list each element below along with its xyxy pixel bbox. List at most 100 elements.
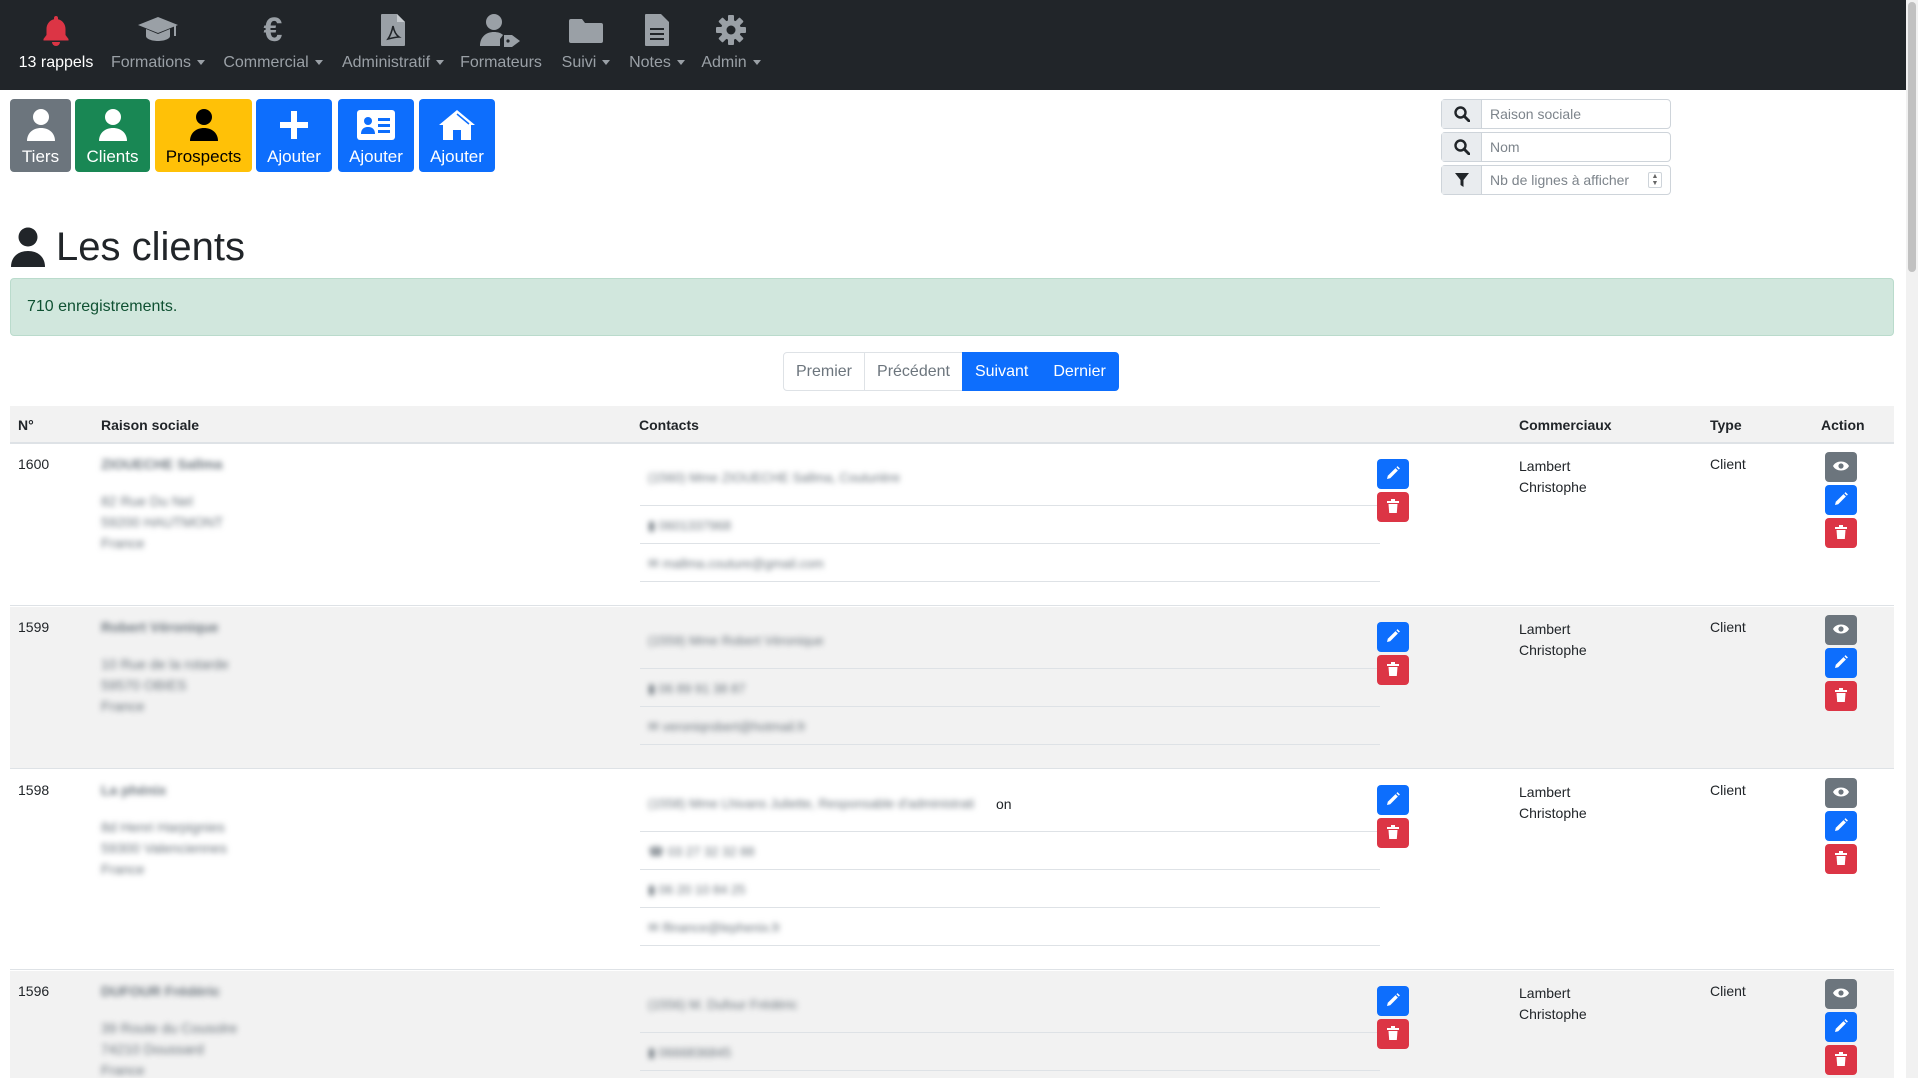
tiers-label: Tiers [21, 147, 60, 166]
records-count: 710 enregistrements. [27, 298, 178, 315]
add-label: Ajouter [267, 147, 321, 166]
row-number: 1600 [18, 456, 50, 472]
bell-icon [42, 12, 70, 48]
nav-suivi[interactable]: Suivi [554, 0, 618, 90]
sales-rep-lastname: Lambert [1519, 458, 1571, 474]
contact-landline: ☎ 03 27 32 32 88 [648, 844, 755, 859]
header-commerciaux: Commerciaux [1519, 417, 1612, 433]
pagination: Premier Précédent Suivant Dernier [783, 352, 1119, 391]
nav-notes-label: Notes [629, 54, 671, 71]
eye-icon [1833, 622, 1849, 638]
trash-icon [1835, 850, 1847, 868]
contact-name: (1558) Mme Lhivans Juliette, Responsable… [648, 796, 975, 811]
eye-icon [1833, 785, 1849, 801]
caret-down-icon [676, 60, 685, 66]
table-row: 1599 Robert Véronique 10 Rue de la rotar… [10, 607, 1894, 769]
folder-icon [569, 12, 603, 48]
contact-line: (1556) M. Dufour Frédéric [640, 981, 1380, 1033]
nav-administratif[interactable]: Administratif [338, 0, 448, 90]
prospects-button[interactable]: Prospects [155, 99, 252, 172]
caret-down-icon [314, 60, 323, 66]
id-card-icon [357, 105, 395, 145]
contact-mobile: ▮ 0601337968 [648, 518, 732, 533]
view-button[interactable] [1825, 778, 1857, 808]
view-button[interactable] [1825, 452, 1857, 482]
page-title: Les clients [10, 222, 245, 272]
delete-button[interactable] [1825, 1045, 1857, 1075]
contact-line: ✉ mallma.couture@gmail.com [640, 544, 1380, 582]
add-button[interactable]: Ajouter [256, 99, 332, 172]
view-button[interactable] [1825, 979, 1857, 1009]
raison-sociale-input[interactable] [1482, 100, 1662, 128]
edit-button[interactable] [1825, 648, 1857, 678]
user-icon [10, 227, 46, 267]
header-contacts: Contacts [639, 417, 699, 433]
add-contact-button[interactable]: Ajouter [338, 99, 414, 172]
nom-input[interactable] [1482, 133, 1662, 161]
nav-rappels[interactable]: 13 rappels [14, 0, 98, 90]
tiers-button[interactable]: Tiers [10, 99, 71, 172]
delete-contact-button[interactable] [1377, 655, 1409, 685]
caret-down-icon [436, 60, 445, 66]
scrollbar[interactable] [1906, 0, 1918, 1078]
contact-line: (1560) Mme ZIOUECHE Sallma, Couturière [640, 454, 1380, 506]
nav-rappels-label: 13 rappels [18, 54, 94, 71]
pencil-icon [1834, 817, 1848, 835]
page-last-button[interactable]: Dernier [1040, 352, 1119, 391]
pencil-icon [1834, 1018, 1848, 1036]
contact-email: ✉ veroniqrobert@hotmail.fr [648, 719, 806, 734]
pencil-icon [1386, 992, 1400, 1010]
caret-down-icon [602, 60, 611, 66]
scrollbar-thumb[interactable] [1908, 2, 1916, 272]
sales-rep-firstname: Christophe [1519, 479, 1587, 495]
edit-contact-button[interactable] [1377, 986, 1409, 1016]
sales-rep: Lambert Christophe [1519, 983, 1587, 1025]
nav-admin[interactable]: Admin [696, 0, 766, 90]
contact-line: (1558) Mme Lhivans Juliette, Responsable… [640, 780, 1380, 832]
nav-formateurs[interactable]: Formateurs [456, 0, 546, 90]
contact-name-overflow: on [996, 796, 1012, 812]
lignes-input[interactable] [1482, 166, 1662, 194]
delete-button[interactable] [1825, 844, 1857, 874]
header-type: Type [1710, 417, 1742, 433]
edit-button[interactable] [1825, 485, 1857, 515]
delete-button[interactable] [1825, 518, 1857, 548]
company-name: Robert Véronique [101, 619, 219, 635]
edit-contact-button[interactable] [1377, 785, 1409, 815]
contact-name: (1559) Mme Robert Véronique [648, 633, 824, 648]
edit-button[interactable] [1825, 811, 1857, 841]
delete-contact-button[interactable] [1377, 818, 1409, 848]
page-next-button[interactable]: Suivant [961, 352, 1042, 391]
page-first-button[interactable]: Premier [783, 352, 866, 391]
clients-button[interactable]: Clients [75, 99, 150, 172]
address-country: France [101, 861, 145, 877]
client-type: Client [1710, 619, 1746, 635]
contact-line: (1559) Mme Robert Véronique [640, 617, 1380, 669]
view-button[interactable] [1825, 615, 1857, 645]
trash-icon [1387, 824, 1399, 842]
delete-contact-button[interactable] [1377, 492, 1409, 522]
delete-button[interactable] [1825, 681, 1857, 711]
page-previous-button[interactable]: Précédent [864, 352, 963, 391]
edit-contact-button[interactable] [1377, 622, 1409, 652]
nav-formations-label: Formations [110, 54, 192, 71]
contact-name: (1560) Mme ZIOUECHE Sallma, Couturière [648, 470, 901, 485]
user-icon [189, 105, 219, 145]
delete-contact-button[interactable] [1377, 1019, 1409, 1049]
edit-button[interactable] [1825, 1012, 1857, 1042]
address-country: France [101, 1062, 145, 1078]
table-header: N° Raison sociale Contacts Commerciaux T… [10, 406, 1894, 444]
contact-line: ✉ veroniqrobert@hotmail.fr [640, 707, 1380, 745]
sales-rep-lastname: Lambert [1519, 621, 1571, 637]
nav-formations[interactable]: Formations [108, 0, 208, 90]
add-company-button[interactable]: Ajouter [419, 99, 495, 172]
edit-contact-button[interactable] [1377, 459, 1409, 489]
header-action: Action [1821, 417, 1865, 433]
number-spinner[interactable]: ▲ ▼ [1648, 172, 1662, 188]
company-name: La phénix [101, 782, 167, 798]
nav-notes[interactable]: Notes [622, 0, 692, 90]
eye-icon [1833, 986, 1849, 1002]
trash-icon [1835, 524, 1847, 542]
pdf-file-icon [380, 12, 406, 48]
nav-commercial[interactable]: € Commercial [220, 0, 326, 90]
